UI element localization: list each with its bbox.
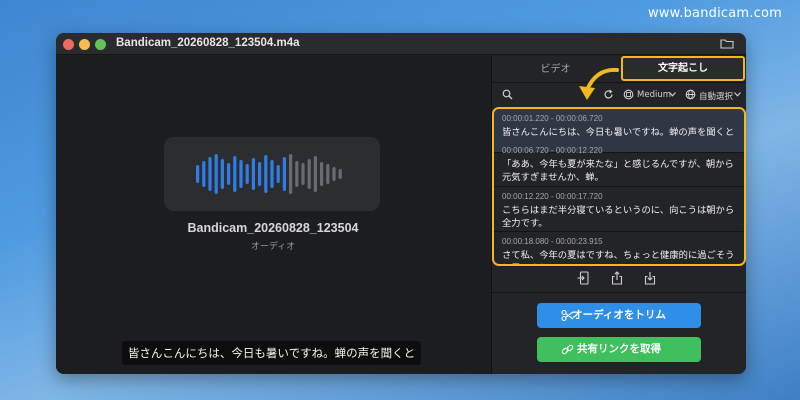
window-title: Bandicam_20260828_123504.m4a	[116, 37, 300, 49]
waveform-bar	[202, 161, 206, 187]
model-icon	[623, 89, 634, 100]
caption-overlay: 皆さんこんにちは、今日も暑いですね。蝉の声を聞くと	[122, 341, 421, 365]
folder-icon[interactable]	[720, 38, 734, 49]
app-window: Bandicam_20260828_123504.m4a Bandicam_20…	[56, 33, 746, 374]
search-icon[interactable]	[502, 89, 513, 100]
chevron-down-icon[interactable]	[734, 92, 741, 97]
media-preview-pane: Bandicam_20260828_123504 オーディオ 皆さんこんにちは、…	[56, 56, 490, 374]
tab-transcription[interactable]: 文字起こし	[621, 56, 745, 81]
waveform-bar	[214, 154, 218, 194]
waveform-bar	[245, 164, 249, 184]
watermark: www.bandicam.com	[647, 6, 782, 21]
transcript-segment[interactable]: 00:00:12.220 - 00:00:17.720 こちらはまだ半分寝ている…	[494, 187, 744, 232]
segment-timestamp: 00:00:01.220 - 00:00:06.720	[502, 114, 603, 123]
callout-arrow-icon	[579, 67, 619, 100]
segment-text: 皆さんこんにちは、今日も暑いですね。蝉の声を聞くと	[502, 127, 735, 138]
waveform-bar	[270, 160, 274, 188]
get-share-link-button[interactable]: 共有リンクを取得	[537, 337, 701, 362]
waveform-bar	[233, 156, 237, 192]
waveform-bar	[208, 157, 212, 191]
waveform-bar	[313, 156, 317, 192]
waveform-bar	[295, 161, 299, 187]
waveform-bar	[332, 167, 336, 181]
trim-audio-button[interactable]: オーディオをトリム	[537, 303, 701, 328]
scissors-icon	[561, 309, 574, 322]
link-icon	[561, 344, 574, 355]
audio-waveform	[196, 154, 342, 194]
segment-text: 「ああ、今年も夏が来たな」と感じるんですが、朝から元気すぎませんか、蝉。	[502, 159, 734, 183]
waveform-bar	[264, 155, 268, 193]
waveform-bar	[227, 163, 231, 185]
waveform-bar	[239, 160, 243, 188]
media-type-label: オーディオ	[250, 242, 296, 252]
divider	[492, 292, 746, 293]
segment-actions	[492, 269, 746, 289]
title-bar: Bandicam_20260828_123504.m4a	[56, 33, 746, 55]
close-window-button[interactable]	[63, 39, 74, 50]
zoom-window-button[interactable]	[95, 39, 106, 50]
waveform-bar	[307, 159, 311, 189]
segment-timestamp: 00:00:18.080 - 00:00:23.915	[502, 237, 603, 246]
waveform-bar	[338, 169, 342, 179]
waveform-bar	[251, 158, 255, 190]
share-icon[interactable]	[611, 271, 623, 285]
globe-icon	[685, 89, 696, 100]
language-select[interactable]: 自動選択	[699, 90, 733, 102]
segment-text: さて私、今年の夏はですね、ちょっと健康的に過ごそうと思いまして	[502, 250, 735, 264]
waveform-bar	[320, 162, 324, 186]
insert-icon[interactable]	[577, 271, 589, 285]
waveform-bar	[276, 165, 280, 183]
waveform-bar	[301, 163, 305, 185]
waveform-bar	[282, 157, 286, 191]
segment-timestamp: 00:00:12.220 - 00:00:17.720	[502, 192, 603, 201]
waveform-bar	[196, 165, 200, 183]
minimize-window-button[interactable]	[79, 39, 90, 50]
chevron-down-icon[interactable]	[669, 92, 676, 97]
model-select[interactable]: Medium	[637, 90, 671, 100]
waveform-bar	[289, 154, 293, 194]
transcript-segment[interactable]: 00:00:06.720 - 00:00:12.220 「ああ、今年も夏が来たな…	[494, 141, 744, 187]
download-icon[interactable]	[644, 271, 656, 285]
transcript-segment[interactable]: 00:00:18.080 - 00:00:23.915 さて私、今年の夏はですね…	[494, 232, 744, 264]
waveform-bar	[326, 164, 330, 184]
segment-timestamp: 00:00:06.720 - 00:00:12.220	[502, 146, 603, 155]
waveform-card[interactable]	[164, 137, 380, 211]
waveform-bar	[258, 162, 262, 186]
get-share-link-label: 共有リンクを取得	[577, 343, 661, 355]
segment-text: こちらはまだ半分寝ているというのに、向こうは朝から全力です。	[502, 205, 735, 229]
trim-audio-label: オーディオをトリム	[572, 309, 666, 321]
transcript-segment-list[interactable]: 00:00:01.220 - 00:00:06.720 皆さんこんにちは、今日も…	[492, 107, 746, 266]
waveform-bar	[220, 159, 224, 189]
media-filename: Bandicam_20260828_123504	[187, 221, 359, 235]
